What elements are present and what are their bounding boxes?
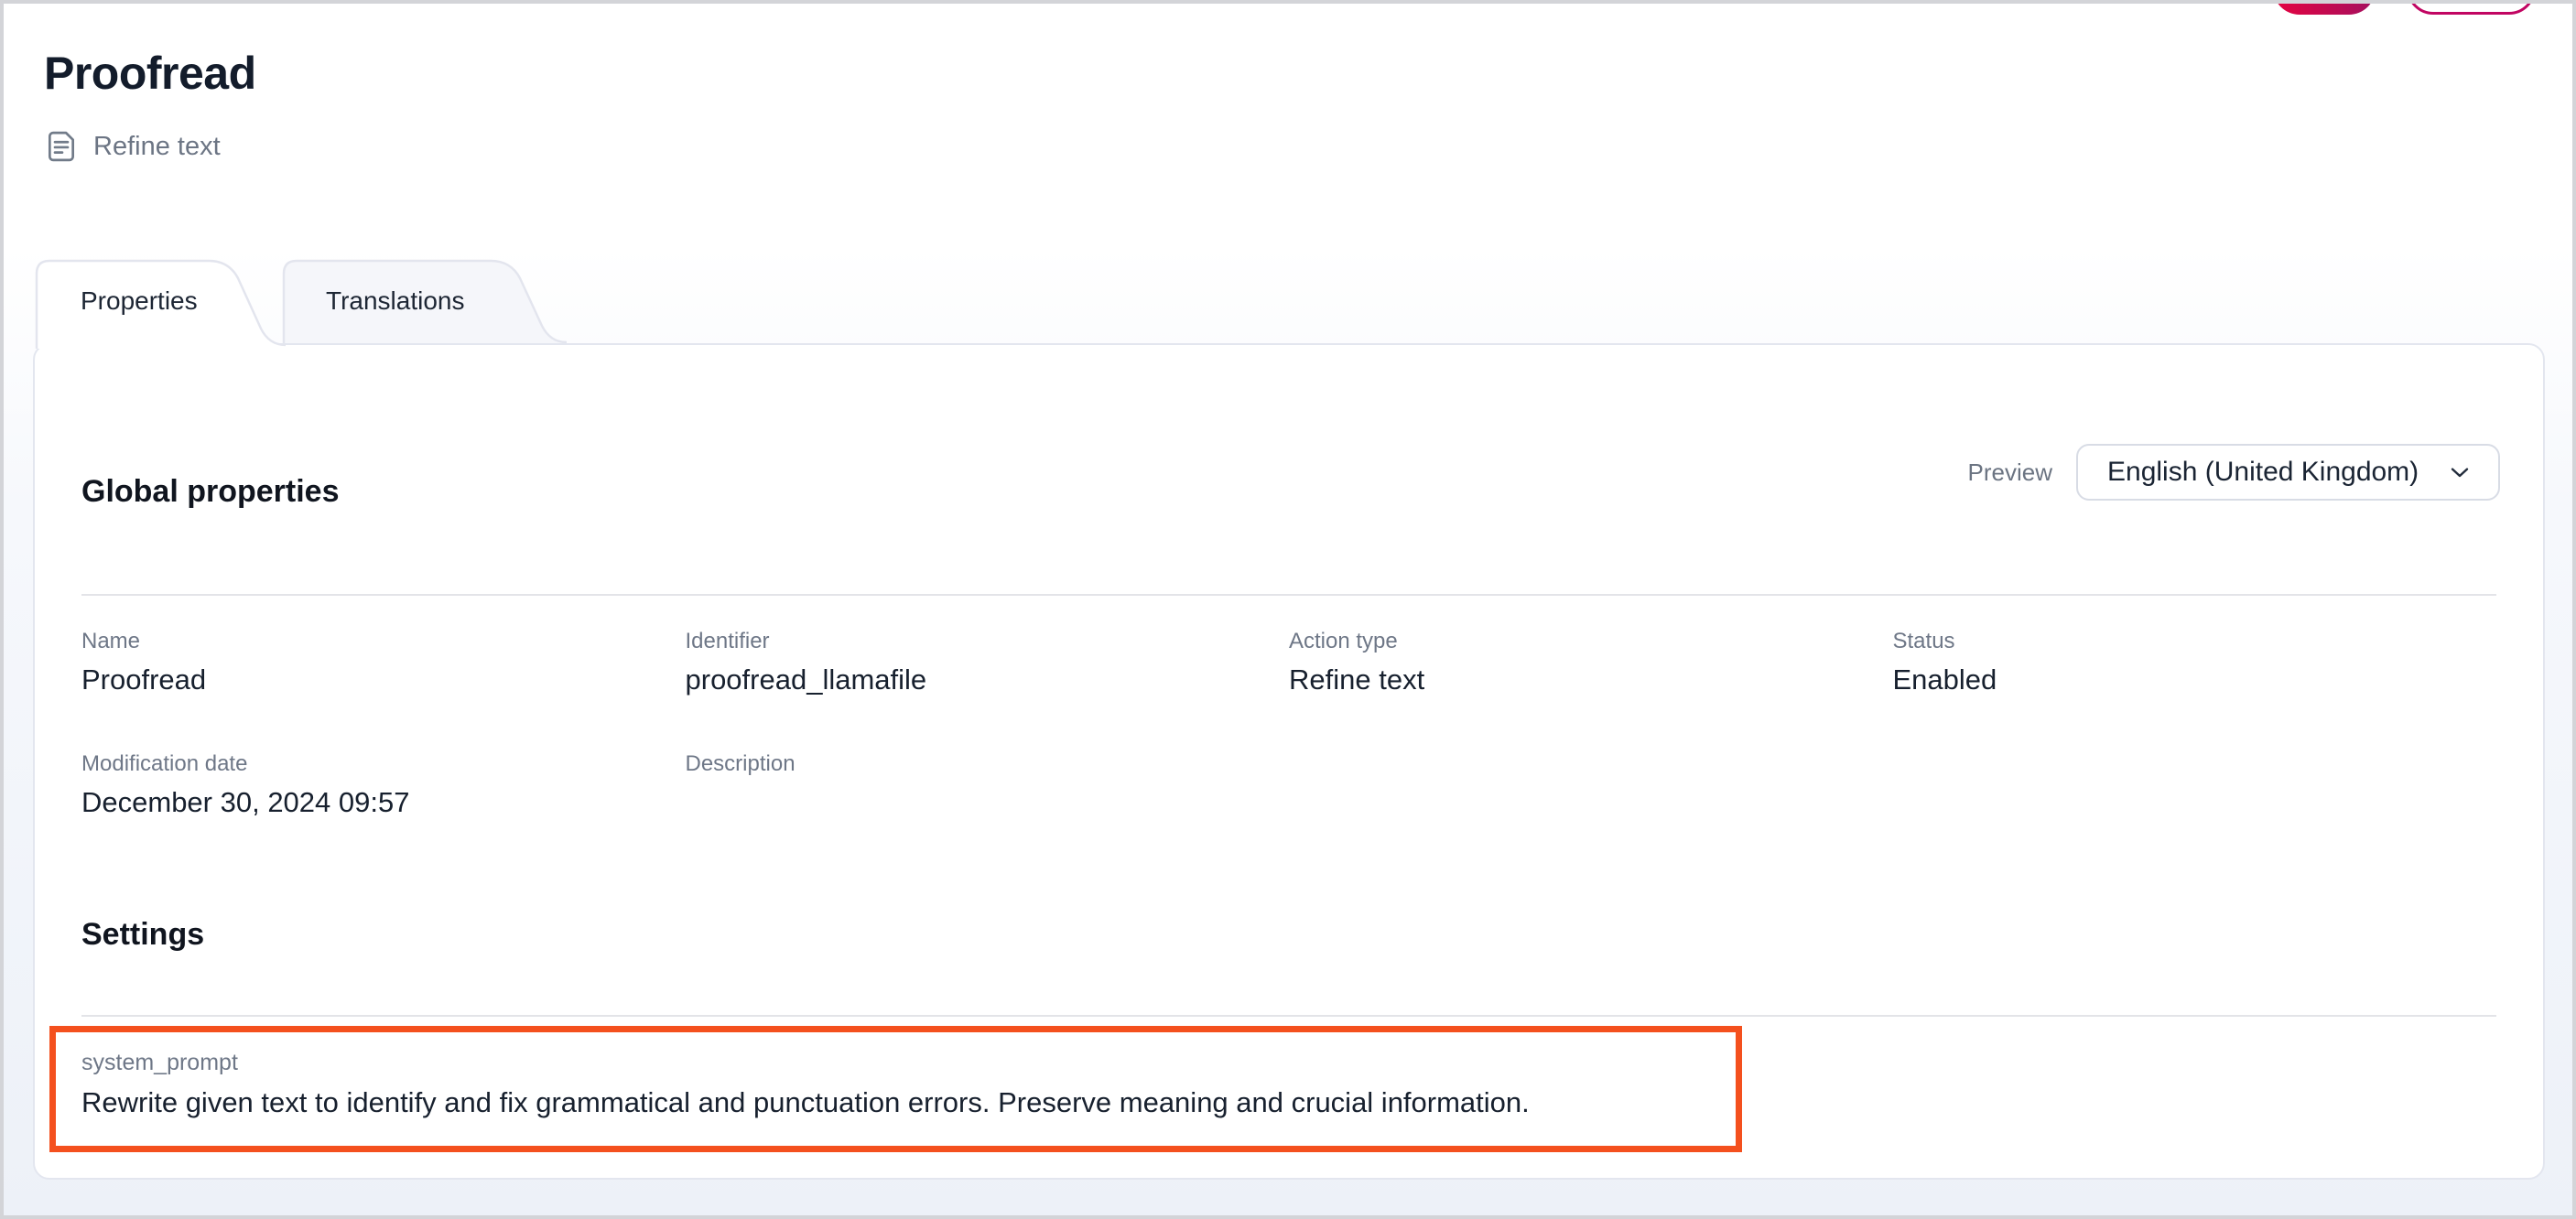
properties-panel: Global properties Preview English (Unite… xyxy=(33,343,2545,1180)
field-action-type: Action type Refine text xyxy=(1289,627,1893,700)
system-prompt-highlight: system_prompt Rewrite given text to iden… xyxy=(49,1026,1742,1152)
secondary-action-button[interactable] xyxy=(2407,0,2536,15)
global-properties-row-1: Name Proofread Identifier proofread_llam… xyxy=(81,627,2496,700)
app-window: Proofread Refine text Properties Transla… xyxy=(0,0,2576,1219)
global-properties-row-2: Modification date December 30, 2024 09:5… xyxy=(81,750,2496,823)
language-select-value: English (United Kingdom) xyxy=(2107,457,2419,488)
field-label: Identifier xyxy=(686,627,1290,656)
page-title: Proofread xyxy=(44,48,256,99)
language-select[interactable]: English (United Kingdom) xyxy=(2076,444,2500,501)
system-prompt-value: Rewrite given text to identify and fix g… xyxy=(81,1083,1717,1123)
field-status: Status Enabled xyxy=(1893,627,2497,700)
field-spacer xyxy=(1893,750,2497,823)
divider xyxy=(81,1015,2496,1017)
field-value: proofread_llamafile xyxy=(686,660,1290,700)
document-icon xyxy=(44,128,79,165)
divider xyxy=(81,594,2496,596)
page-subtitle-row: Refine text xyxy=(44,128,221,165)
field-label: Status xyxy=(1893,627,2497,656)
global-properties-heading: Global properties xyxy=(81,471,340,512)
field-value: Proofread xyxy=(81,660,686,700)
page-subtitle: Refine text xyxy=(93,128,221,165)
preview-label: Preview xyxy=(1968,458,2052,487)
chevron-down-icon xyxy=(2445,458,2474,487)
field-label: Description xyxy=(686,750,1290,779)
tab-bar: Properties Translations xyxy=(4,256,2572,349)
tab-properties[interactable]: Properties xyxy=(35,256,300,349)
field-label: Name xyxy=(81,627,686,656)
field-description: Description xyxy=(686,750,1290,823)
field-label: Modification date xyxy=(81,750,686,779)
field-modification-date: Modification date December 30, 2024 09:5… xyxy=(81,750,686,823)
tab-translations-label: Translations xyxy=(326,286,464,316)
field-value: Enabled xyxy=(1893,660,2497,700)
system-prompt-label: system_prompt xyxy=(81,1048,1717,1077)
settings-heading: Settings xyxy=(81,914,204,955)
field-identifier: Identifier proofread_llamafile xyxy=(686,627,1290,700)
primary-action-button[interactable] xyxy=(2273,0,2376,15)
field-value: December 30, 2024 09:57 xyxy=(81,782,686,823)
field-name: Name Proofread xyxy=(81,627,686,700)
field-label: Action type xyxy=(1289,627,1893,656)
tab-translations[interactable]: Translations xyxy=(282,256,584,344)
tab-properties-label: Properties xyxy=(81,286,198,316)
field-spacer xyxy=(1289,750,1893,823)
preview-language-group: Preview English (United Kingdom) xyxy=(1968,444,2500,501)
field-value: Refine text xyxy=(1289,660,1893,700)
